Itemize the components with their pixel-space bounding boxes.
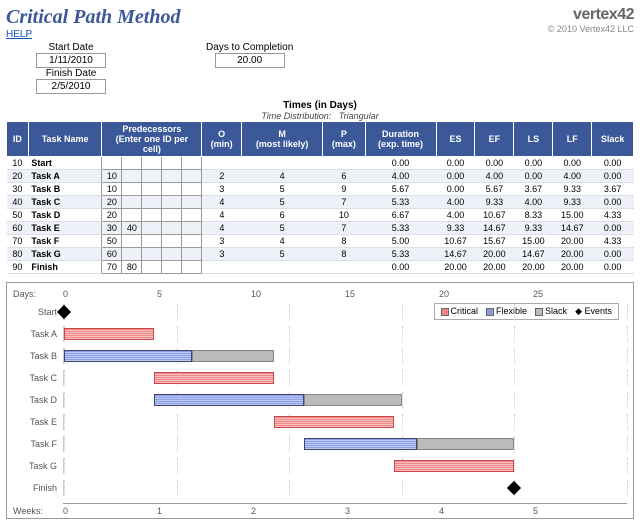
- finish-date-label: Finish Date: [36, 68, 106, 79]
- gantt-row: Task D: [13, 389, 627, 411]
- gantt-row: Task C: [13, 367, 627, 389]
- table-row[interactable]: 60Task E30404575.339.3314.679.3314.670.0…: [7, 222, 634, 235]
- col-o: O(min): [202, 122, 242, 157]
- gantt-row: Start: [13, 301, 627, 323]
- page-title: Critical Path Method: [6, 6, 180, 29]
- days-to-completion-label: Days to Completion: [206, 42, 293, 53]
- table-row[interactable]: 50Task D2046106.674.0010.678.3315.004.33: [7, 209, 634, 222]
- col-name: Task Name: [28, 122, 102, 157]
- gantt-row: Task B: [13, 345, 627, 367]
- gantt-bar-slack: [417, 438, 515, 450]
- gantt-bar-slack: [192, 350, 274, 362]
- days-to-completion-value: 20.00: [215, 53, 285, 68]
- table-row[interactable]: 70Task F503485.0010.6715.6715.0020.004.3…: [7, 235, 634, 248]
- gantt-bar-critical: [274, 416, 394, 428]
- col-m: M(most likely): [241, 122, 322, 157]
- col-lf: LF: [553, 122, 592, 157]
- col-slack: Slack: [592, 122, 634, 157]
- col-p: P(max): [323, 122, 365, 157]
- gantt-bar-slack: [304, 394, 402, 406]
- gantt-row: Task F: [13, 433, 627, 455]
- gantt-chart: Days: 0510152025 CriticalFlexibleSlack◆ …: [6, 282, 634, 519]
- gantt-bar-flexible: [304, 438, 417, 450]
- start-date-field[interactable]: 1/11/2010: [36, 53, 106, 68]
- col-ls: LS: [514, 122, 553, 157]
- table-row[interactable]: 90Finish70800.0020.0020.0020.0020.000.00: [7, 261, 634, 274]
- brand-logo: vertex42 © 2010 Vertex42 LLC: [548, 6, 634, 34]
- gantt-bar-critical: [64, 328, 154, 340]
- gantt-row: Task E: [13, 411, 627, 433]
- gantt-bar-critical: [154, 372, 274, 384]
- event-marker: [507, 481, 521, 495]
- table-row[interactable]: 20Task A102464.000.004.000.004.000.00: [7, 170, 634, 183]
- axis-top-label: Days:: [13, 289, 36, 299]
- help-link[interactable]: HELP: [6, 29, 32, 40]
- gantt-row: Task A: [13, 323, 627, 345]
- task-table: ID Task Name Predecessors(Enter one ID p…: [6, 121, 634, 274]
- times-header: Times (in Days): [6, 100, 634, 111]
- axis-bot-label: Weeks:: [13, 506, 43, 516]
- gantt-bar-flexible: [154, 394, 304, 406]
- table-row[interactable]: 30Task B103595.670.005.673.679.333.67: [7, 183, 634, 196]
- col-id: ID: [7, 122, 29, 157]
- gantt-row: Task G: [13, 455, 627, 477]
- table-row[interactable]: 80Task G603585.3314.6720.0014.6720.000.0…: [7, 248, 634, 261]
- col-ef: EF: [475, 122, 514, 157]
- col-pred: Predecessors(Enter one ID per cell): [102, 122, 202, 157]
- gantt-bar-critical: [394, 460, 514, 472]
- table-row[interactable]: 10Start0.000.000.000.000.000.00: [7, 157, 634, 170]
- times-subheader: Time Distribution: Triangular: [6, 111, 634, 121]
- col-es: ES: [436, 122, 475, 157]
- col-dur: Duration(exp. time): [365, 122, 436, 157]
- table-row[interactable]: 40Task C204575.334.009.334.009.330.00: [7, 196, 634, 209]
- start-date-label: Start Date: [36, 42, 106, 53]
- gantt-row: Finish: [13, 477, 627, 499]
- gantt-bar-flexible: [64, 350, 192, 362]
- finish-date-value: 2/5/2010: [36, 79, 106, 94]
